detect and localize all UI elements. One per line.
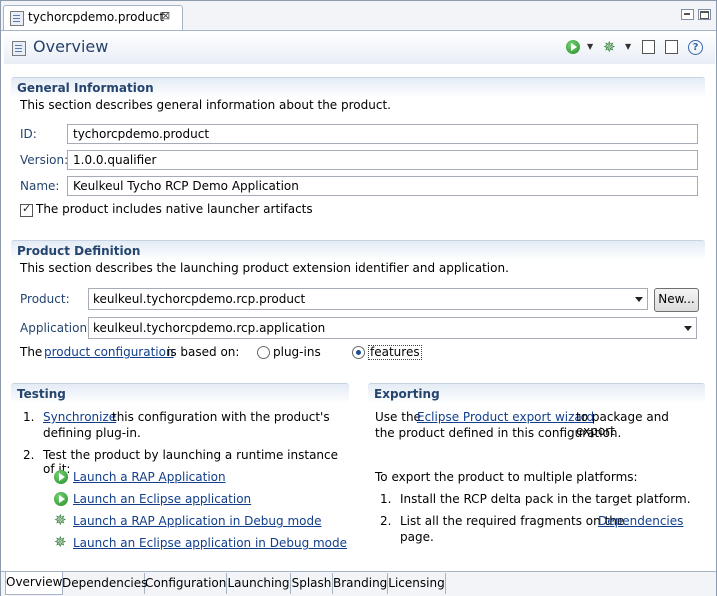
export-step2-end: page.	[400, 530, 434, 544]
tab-splash[interactable]: Splash	[291, 573, 333, 594]
launch-rap-link[interactable]: Launch a RAP Application	[73, 470, 226, 484]
help-icon[interactable]: ?	[688, 40, 703, 55]
plugins-radio-label: plug-ins	[273, 345, 321, 359]
testing-section: Testing 1. Synchronize this configuratio…	[11, 383, 349, 563]
export-step2-text: List all the required fragments on the	[400, 514, 625, 528]
native-launcher-checkbox[interactable]	[20, 202, 33, 217]
minimize-icon[interactable]	[681, 9, 694, 20]
tab-dependencies[interactable]: Dependencies	[62, 573, 147, 594]
id-field[interactable]	[67, 124, 698, 144]
launch-eclipse-link[interactable]: Launch an Eclipse application	[73, 492, 251, 506]
tab-branding[interactable]: Branding	[333, 573, 388, 594]
product-file-icon	[10, 11, 24, 26]
new-product-button[interactable]: New...	[654, 288, 699, 312]
run-launch-icon[interactable]	[566, 40, 580, 54]
product-label: Product:	[20, 292, 70, 306]
tab-licensing[interactable]: Licensing	[388, 573, 446, 594]
application-combo-value: keulkeul.tychorcpdemo.rcp.application	[93, 321, 326, 335]
config-suffix: is based on:	[167, 345, 240, 359]
step-number: 1.	[380, 492, 392, 506]
debug-eclipse-link[interactable]: Launch an Eclipse application in Debug m…	[73, 536, 347, 550]
version-field[interactable]	[67, 150, 698, 170]
section-description: This section describes general informati…	[20, 98, 391, 112]
product-configuration-link[interactable]: product configuration	[44, 345, 174, 359]
export-wizard-link[interactable]: Eclipse Product export wizard	[417, 410, 594, 424]
export-text-line2: the product defined in this configuratio…	[375, 426, 622, 440]
step-number: 2.	[23, 448, 35, 462]
run-launch-icon	[54, 492, 68, 506]
exporting-section: Exporting Use the Eclipse Product export…	[368, 383, 705, 563]
step-number: 1.	[23, 410, 35, 424]
synchronize-link[interactable]: Synchronize	[43, 410, 116, 424]
plugins-radio[interactable]	[257, 346, 270, 359]
application-label: Application:	[20, 321, 92, 335]
section-header: Exporting	[368, 383, 705, 404]
section-title: Exporting	[374, 387, 440, 401]
section-description: This section describes the launching pro…	[20, 261, 509, 275]
section-title: Testing	[17, 387, 66, 401]
dependencies-link[interactable]: Dependencies	[598, 514, 683, 528]
export-icon[interactable]	[642, 40, 655, 54]
general-information-section: General Information This section describ…	[11, 77, 705, 227]
run-launch-icon	[54, 470, 68, 484]
section-header: General Information	[11, 77, 705, 98]
validate-icon[interactable]	[665, 40, 678, 54]
chevron-down-icon	[635, 297, 643, 302]
editor-tab-title: tychorcpdemo.product	[28, 10, 165, 24]
section-title: General Information	[17, 81, 154, 95]
name-field[interactable]	[67, 176, 698, 196]
editor-page-tabs: Overview Dependencies Configuration Laun…	[1, 571, 716, 596]
step1-text-continued: defining plug-in.	[43, 426, 141, 440]
export-step1-text: Install the RCP delta pack in the target…	[400, 492, 691, 506]
product-combo[interactable]: keulkeul.tychorcpdemo.rcp.product	[88, 288, 648, 310]
chevron-down-icon	[684, 326, 692, 331]
tab-overview[interactable]: Overview	[5, 572, 63, 595]
config-prefix: The	[20, 345, 43, 359]
features-radio-label: features	[368, 345, 422, 360]
form-header: Overview ▼ ✵ ▼ ?	[4, 32, 715, 64]
multi-platform-intro: To export the product to multiple platfo…	[375, 470, 638, 484]
section-title: Product Definition	[17, 244, 141, 258]
native-launcher-label: The product includes native launcher art…	[36, 202, 313, 216]
step-number: 2.	[380, 514, 392, 528]
section-header: Testing	[11, 383, 349, 404]
page-title: Overview	[33, 37, 109, 56]
id-label: ID:	[20, 127, 37, 141]
debug-dropdown-icon[interactable]: ▼	[625, 42, 631, 51]
product-combo-value: keulkeul.tychorcpdemo.rcp.product	[93, 292, 306, 306]
export-text-prefix: Use the	[375, 410, 421, 424]
application-combo[interactable]: keulkeul.tychorcpdemo.rcp.application	[88, 317, 697, 339]
run-dropdown-icon[interactable]: ▼	[587, 42, 593, 51]
product-file-icon	[12, 41, 26, 56]
debug-bug-icon: ✵	[54, 533, 67, 551]
editor-tab-bar: tychorcpdemo.product ⊠	[1, 1, 716, 31]
name-label: Name:	[20, 179, 60, 193]
product-definition-section: Product Definition This section describe…	[11, 240, 705, 365]
debug-rap-link[interactable]: Launch a RAP Application in Debug mode	[73, 514, 321, 528]
section-header: Product Definition	[11, 240, 705, 261]
tab-configuration[interactable]: Configuration	[145, 573, 227, 594]
step1-text: this configuration with the product's	[112, 410, 330, 424]
features-radio[interactable]	[352, 346, 365, 359]
editor-frame: tychorcpdemo.product ⊠ Overview ▼ ✵ ▼ ? …	[0, 0, 717, 596]
tab-launching[interactable]: Launching	[227, 573, 291, 594]
close-icon[interactable]: ⊠	[161, 9, 170, 22]
maximize-icon[interactable]	[698, 9, 711, 20]
debug-bug-icon: ✵	[54, 511, 67, 529]
editor-tab[interactable]: tychorcpdemo.product ⊠	[3, 5, 183, 30]
version-label: Version:	[20, 153, 69, 167]
debug-bug-icon[interactable]: ✵	[603, 40, 616, 55]
